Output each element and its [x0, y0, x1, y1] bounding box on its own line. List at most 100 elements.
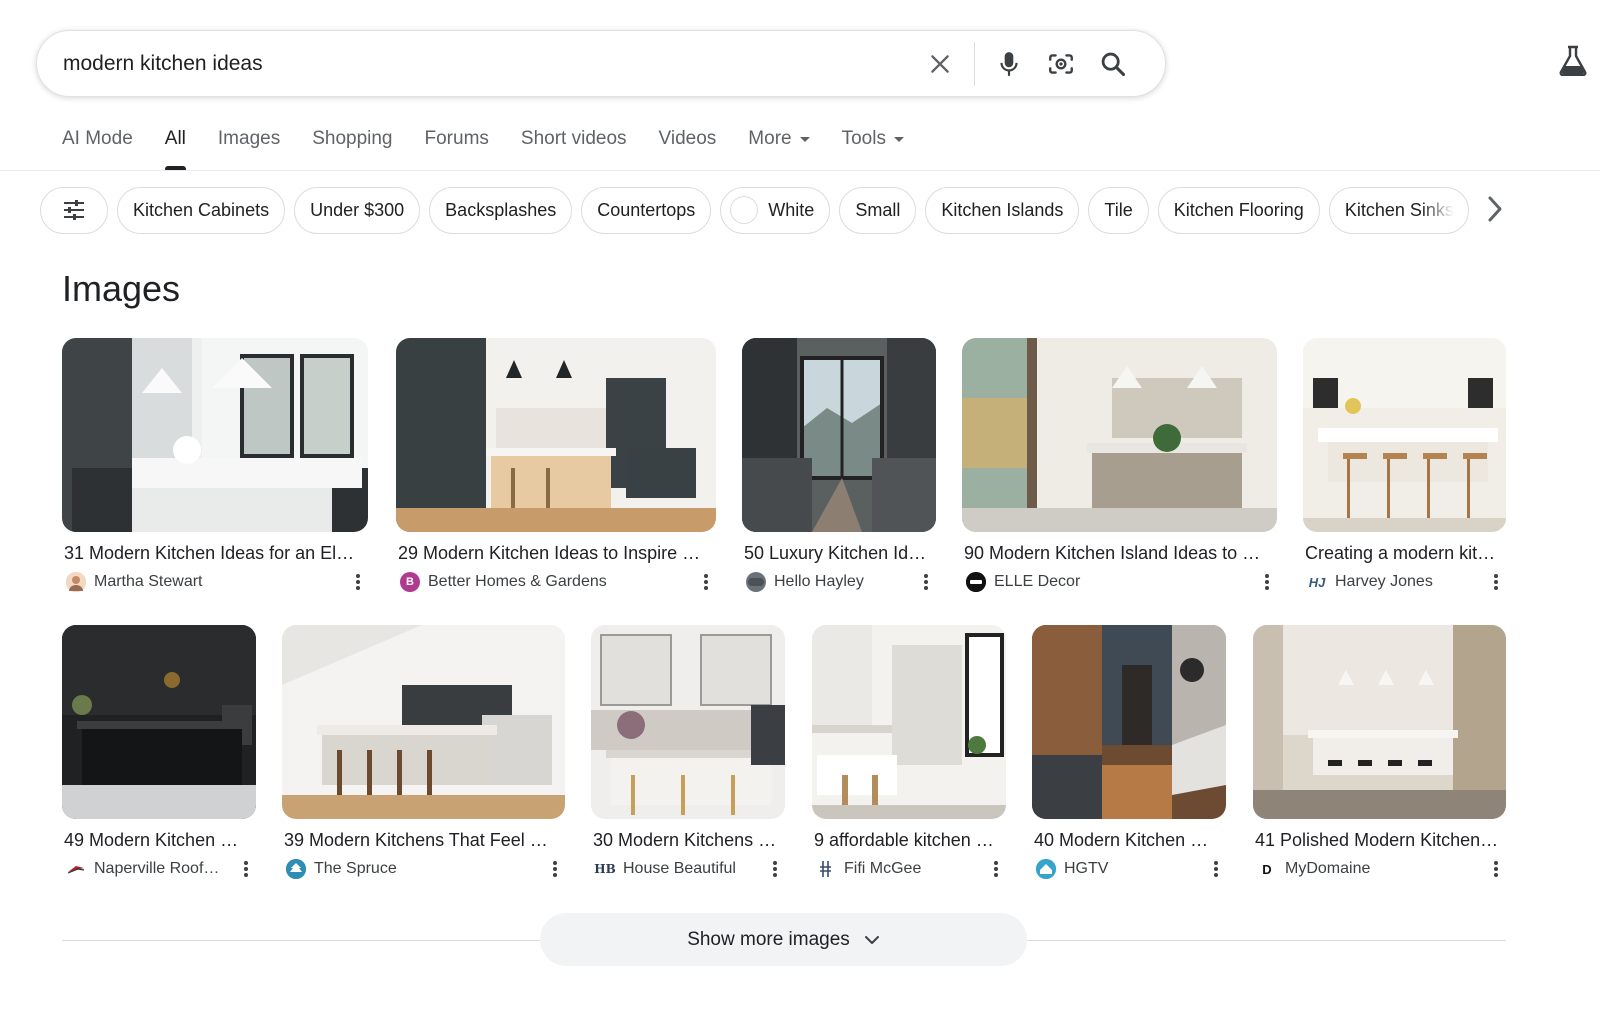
chip-label: Small — [855, 199, 901, 220]
tab-label: Short videos — [520, 128, 627, 149]
result-title[interactable]: 49 Modern Kitchen … — [62, 830, 256, 851]
result-source: The Spruce — [282, 859, 565, 879]
chip-tile[interactable]: Tile — [1088, 186, 1149, 234]
chip-label: White — [768, 199, 815, 220]
result-thumbnail[interactable] — [62, 338, 368, 532]
chip-label: Kitchen Flooring — [1173, 199, 1304, 220]
tab-label: Videos — [658, 128, 717, 149]
result-title[interactable]: 39 Modern Kitchens That Feel … — [282, 830, 565, 851]
search-bar — [36, 30, 1166, 97]
result-source-name: House Beautiful — [623, 860, 736, 877]
result-thumbnail[interactable] — [591, 625, 785, 819]
chip-under-300[interactable]: Under $300 — [294, 186, 421, 234]
chevron-down-icon — [864, 935, 880, 945]
result-thumbnail[interactable] — [1253, 625, 1506, 819]
result-thumbnail[interactable] — [282, 625, 565, 819]
divider — [1027, 940, 1506, 941]
filter-settings-button[interactable] — [40, 186, 108, 234]
microphone-icon[interactable] — [983, 38, 1035, 90]
result-thumbnail[interactable] — [62, 625, 256, 819]
tab-label: Images — [217, 128, 281, 149]
result-thumbnail[interactable] — [396, 338, 716, 532]
more-options-icon[interactable] — [696, 572, 716, 592]
labs-flask-icon[interactable] — [1558, 44, 1592, 84]
more-options-icon[interactable] — [348, 572, 368, 592]
result-title[interactable]: 90 Modern Kitchen Island Ideas to … — [962, 543, 1277, 564]
clear-icon[interactable] — [914, 38, 966, 90]
result-source: Hello Hayley — [742, 572, 936, 592]
more-options-icon[interactable] — [916, 572, 936, 592]
search-icon[interactable] — [1087, 38, 1139, 90]
camera-lens-icon[interactable] — [1035, 38, 1087, 90]
filter-chips: Kitchen Cabinets Under $300 Backsplashes… — [40, 186, 1478, 234]
more-options-icon[interactable] — [236, 859, 256, 879]
search-input[interactable] — [63, 51, 914, 76]
tab-shopping[interactable]: Shopping — [312, 128, 392, 170]
tab-label: AI Mode — [62, 128, 133, 149]
show-more-images-button[interactable]: Show more images — [540, 913, 1027, 966]
hello-hayley-favicon — [746, 572, 766, 592]
tab-label: Forums — [424, 128, 489, 149]
result-source-name: Martha Stewart — [94, 573, 203, 590]
chip-backsplashes[interactable]: Backsplashes — [429, 186, 573, 234]
result-source: B Better Homes & Gardens — [396, 572, 716, 592]
result-source: ELLE Decor — [962, 572, 1277, 592]
tab-more[interactable]: More — [748, 128, 810, 170]
tab-label: Tools — [841, 128, 886, 149]
chip-label: Under $300 — [310, 199, 405, 220]
chip-label: Kitchen Islands — [941, 199, 1064, 220]
tab-short-videos[interactable]: Short videos — [521, 128, 627, 170]
tab-tools[interactable]: Tools — [842, 128, 904, 170]
result-title[interactable]: 31 Modern Kitchen Ideas for an El… — [62, 543, 368, 564]
result-title[interactable]: 29 Modern Kitchen Ideas to Inspire … — [396, 543, 716, 564]
result-thumbnail[interactable] — [1303, 338, 1506, 532]
result-title[interactable]: 9 affordable kitchen … — [812, 830, 1006, 851]
chip-kitchen-sinks[interactable]: Kitchen Sinks — [1328, 186, 1469, 234]
result-source-name: MyDomaine — [1285, 860, 1371, 877]
hgtv-favicon — [1036, 859, 1056, 879]
result-thumbnail[interactable] — [1032, 625, 1226, 819]
more-options-icon[interactable] — [765, 859, 785, 879]
more-options-icon[interactable] — [1486, 859, 1506, 879]
tab-ai-mode[interactable]: AI Mode — [62, 128, 133, 170]
chip-countertops[interactable]: Countertops — [581, 186, 712, 234]
result-source-name: Harvey Jones — [1335, 573, 1433, 590]
sliders-icon — [64, 200, 84, 220]
tab-images[interactable]: Images — [218, 128, 280, 170]
result-title[interactable]: 30 Modern Kitchens … — [591, 830, 785, 851]
chip-small[interactable]: Small — [839, 186, 917, 234]
image-result-card: 40 Modern Kitchen … HGTV — [1032, 625, 1226, 879]
caret-down-icon — [799, 137, 810, 142]
tab-forums[interactable]: Forums — [425, 128, 489, 170]
result-title[interactable]: 41 Polished Modern Kitchen… — [1253, 830, 1506, 851]
more-options-icon[interactable] — [1257, 572, 1277, 592]
tab-videos[interactable]: Videos — [659, 128, 717, 170]
image-result-card: 41 Polished Modern Kitchen… D MyDomaine — [1253, 625, 1506, 879]
fifi-mcgee-favicon — [816, 859, 836, 879]
result-thumbnail[interactable] — [742, 338, 936, 532]
more-options-icon[interactable] — [545, 859, 565, 879]
more-options-icon[interactable] — [1486, 572, 1506, 592]
more-options-icon[interactable] — [986, 859, 1006, 879]
chip-kitchen-islands[interactable]: Kitchen Islands — [925, 186, 1080, 234]
result-title[interactable]: Creating a modern kit… — [1303, 543, 1506, 564]
image-result-card: 50 Luxury Kitchen Id… Hello Hayley — [742, 338, 936, 592]
tab-all[interactable]: All — [164, 128, 187, 170]
chevron-right-icon[interactable] — [1480, 192, 1510, 226]
result-thumbnail[interactable] — [962, 338, 1277, 532]
chip-label: Kitchen Sinks — [1344, 199, 1454, 220]
chip-kitchen-cabinets[interactable]: Kitchen Cabinets — [117, 186, 286, 234]
result-title[interactable]: 40 Modern Kitchen … — [1032, 830, 1226, 851]
tab-label: Shopping — [312, 128, 393, 149]
elle-decor-favicon — [966, 572, 986, 592]
search-bar-divider — [974, 41, 975, 86]
divider — [62, 940, 540, 941]
result-thumbnail[interactable] — [812, 625, 1006, 819]
show-more-label: Show more images — [687, 928, 850, 950]
more-options-icon[interactable] — [1206, 859, 1226, 879]
caret-down-icon — [893, 137, 904, 142]
result-title[interactable]: 50 Luxury Kitchen Id… — [742, 543, 936, 564]
chip-white[interactable]: White — [720, 186, 831, 234]
image-result-card: 29 Modern Kitchen Ideas to Inspire … B B… — [396, 338, 716, 592]
chip-kitchen-flooring[interactable]: Kitchen Flooring — [1157, 186, 1320, 234]
